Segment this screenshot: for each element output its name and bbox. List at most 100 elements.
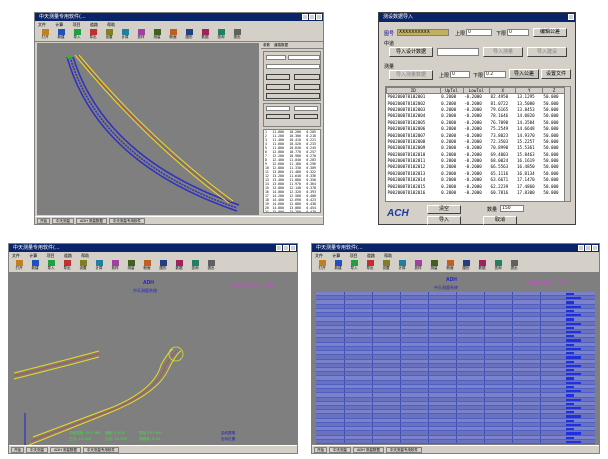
task-item-2[interactable]: ADH 测量数据	[50, 446, 81, 453]
task-item-1[interactable]: 中天测量	[52, 217, 74, 224]
tool-button-8[interactable]: 断面	[443, 260, 457, 272]
param-button-3[interactable]	[266, 84, 290, 90]
tool-button-11[interactable]: 查询	[188, 260, 202, 272]
tool-button-1[interactable]: 新建	[331, 260, 345, 272]
table-row[interactable]: 21 15.000 13.280 0.470	[264, 210, 320, 212]
tool-button-2[interactable]: 导入	[44, 260, 58, 272]
tool-button-7[interactable]: 测量	[124, 260, 138, 272]
close-icon[interactable]	[316, 14, 322, 20]
tool-button-0[interactable]: 打开	[315, 260, 329, 272]
import-measure-button[interactable]: 导入测量	[483, 47, 523, 57]
param-button-7[interactable]	[294, 114, 318, 119]
close-icon[interactable]	[290, 245, 296, 251]
maximize-icon[interactable]	[585, 245, 591, 251]
close-icon[interactable]	[568, 14, 574, 20]
menu-road[interactable]: 道路	[367, 253, 375, 258]
cancel-button[interactable]: 取消	[483, 216, 517, 225]
minimize-icon[interactable]	[302, 14, 308, 20]
import-side2-button[interactable]: 导入公差	[509, 69, 539, 79]
import-button[interactable]: 导入	[427, 216, 461, 225]
table-row[interactable]	[316, 439, 595, 444]
tool-button-5[interactable]: 计算	[118, 29, 132, 41]
menu-calc[interactable]: 计算	[29, 253, 37, 258]
grid-scrollbar[interactable]	[564, 87, 570, 201]
tab-params[interactable]: 参数	[263, 43, 270, 48]
tab-road-data[interactable]: 道路数据	[274, 43, 288, 48]
tool-button-4[interactable]: 设置	[379, 260, 393, 272]
menu-project[interactable]: 项目	[73, 22, 81, 27]
down2-field[interactable]: 0.2	[484, 71, 506, 78]
tool-button-0[interactable]: 打开	[38, 29, 52, 41]
tool-button-3[interactable]: 导出	[86, 29, 100, 41]
menu-project[interactable]: 项目	[47, 253, 55, 258]
menu-file[interactable]: 文件	[12, 253, 20, 258]
param-field-3[interactable]	[266, 64, 320, 69]
tool-button-11[interactable]: 查询	[491, 260, 505, 272]
start-button[interactable]: 开始	[11, 446, 24, 453]
curve-data-table[interactable]: 1 11.000 10.200 0.205 2 11.200 10.300 0.210 3 11.…	[263, 129, 321, 213]
start-button[interactable]: 开始	[37, 217, 50, 224]
import-design-button[interactable]: 导入设计数据	[389, 47, 433, 57]
maximize-icon[interactable]	[283, 245, 289, 251]
set-file-button[interactable]: 设置文件	[541, 69, 571, 79]
table-row[interactable]: P00200078102016 0.2000 -0.2000 60.7816 17.83…	[387, 189, 566, 195]
param-button-5[interactable]	[266, 93, 320, 99]
tool-button-1[interactable]: 新建	[28, 260, 42, 272]
tool-button-5[interactable]: 计算	[92, 260, 106, 272]
menu-file[interactable]: 文件	[315, 253, 323, 258]
tool-button-4[interactable]: 设置	[76, 260, 90, 272]
tool-button-1[interactable]: 新建	[54, 29, 68, 41]
task-item-2[interactable]: ADH 测量数据	[76, 217, 107, 224]
data-grid[interactable]: ID UpTol LowTol X Y Z P00200078102001 0.2000 -0.…	[385, 86, 571, 202]
close-icon[interactable]	[592, 245, 598, 251]
tool-button-5[interactable]: 计算	[395, 260, 409, 272]
param-button-6[interactable]	[266, 114, 290, 119]
task-item-1[interactable]: 中天测量	[26, 446, 48, 453]
tool-button-12[interactable]: 退出	[204, 260, 218, 272]
menu-road[interactable]: 道路	[90, 22, 98, 27]
tool-button-0[interactable]: 打开	[12, 260, 26, 272]
tool-button-12[interactable]: 退出	[507, 260, 521, 272]
results-canvas[interactable]: ADH 中天测量系统 测量结果 偏差 1:1.000	[312, 273, 599, 446]
tool-button-10[interactable]: 数据	[172, 260, 186, 272]
param-button-2[interactable]	[294, 74, 320, 80]
design-field[interactable]	[437, 48, 479, 56]
menu-help[interactable]: 帮助	[107, 22, 115, 27]
import-alt-button[interactable]: 导入建设	[527, 47, 567, 57]
tool-button-10[interactable]: 数据	[475, 260, 489, 272]
tool-button-6[interactable]: 放样	[134, 29, 148, 41]
tool-button-7[interactable]: 测量	[427, 260, 441, 272]
tool-button-8[interactable]: 断面	[140, 260, 154, 272]
tool-button-7[interactable]: 测量	[150, 29, 164, 41]
param-button-4[interactable]	[294, 84, 320, 90]
maximize-icon[interactable]	[309, 14, 315, 20]
down-field[interactable]: 0	[507, 29, 529, 36]
import-side-button[interactable]: 导入测量数据	[389, 70, 433, 80]
tool-button-3[interactable]: 导出	[60, 260, 74, 272]
tool-button-4[interactable]: 设置	[102, 29, 116, 41]
clear-button[interactable]: 清空	[427, 205, 461, 214]
minimize-icon[interactable]	[578, 245, 584, 251]
menu-calc[interactable]: 计算	[55, 22, 63, 27]
tool-button-3[interactable]: 导出	[363, 260, 377, 272]
param-field-4[interactable]	[266, 106, 290, 111]
start-button[interactable]: 开始	[314, 446, 327, 453]
minimize-icon[interactable]	[276, 245, 282, 251]
tool-button-2[interactable]: 导入	[70, 29, 84, 41]
tool-button-9[interactable]: 图形	[182, 29, 196, 41]
task-item-1[interactable]: 中天测量	[329, 446, 351, 453]
menu-project[interactable]: 项目	[350, 253, 358, 258]
tool-button-2[interactable]: 导入	[347, 260, 361, 272]
param-field-1[interactable]	[266, 55, 286, 60]
tool-button-6[interactable]: 放样	[411, 260, 425, 272]
menu-calc[interactable]: 计算	[332, 253, 340, 258]
param-field-5[interactable]	[294, 106, 318, 111]
up2-field[interactable]: 0	[450, 71, 470, 78]
tool-button-10[interactable]: 数据	[198, 29, 212, 41]
task-item-3[interactable]: 中天测量专用软件	[385, 446, 422, 453]
tool-button-8[interactable]: 断面	[166, 29, 180, 41]
plan-canvas[interactable]: ADH 中天测量系统 平面设计图 放大1:1.000 中桩里程: K0+360 …	[9, 273, 297, 453]
up-field[interactable]: 0	[466, 29, 492, 36]
menu-help[interactable]: 帮助	[384, 253, 392, 258]
tool-button-6[interactable]: 放样	[108, 260, 122, 272]
